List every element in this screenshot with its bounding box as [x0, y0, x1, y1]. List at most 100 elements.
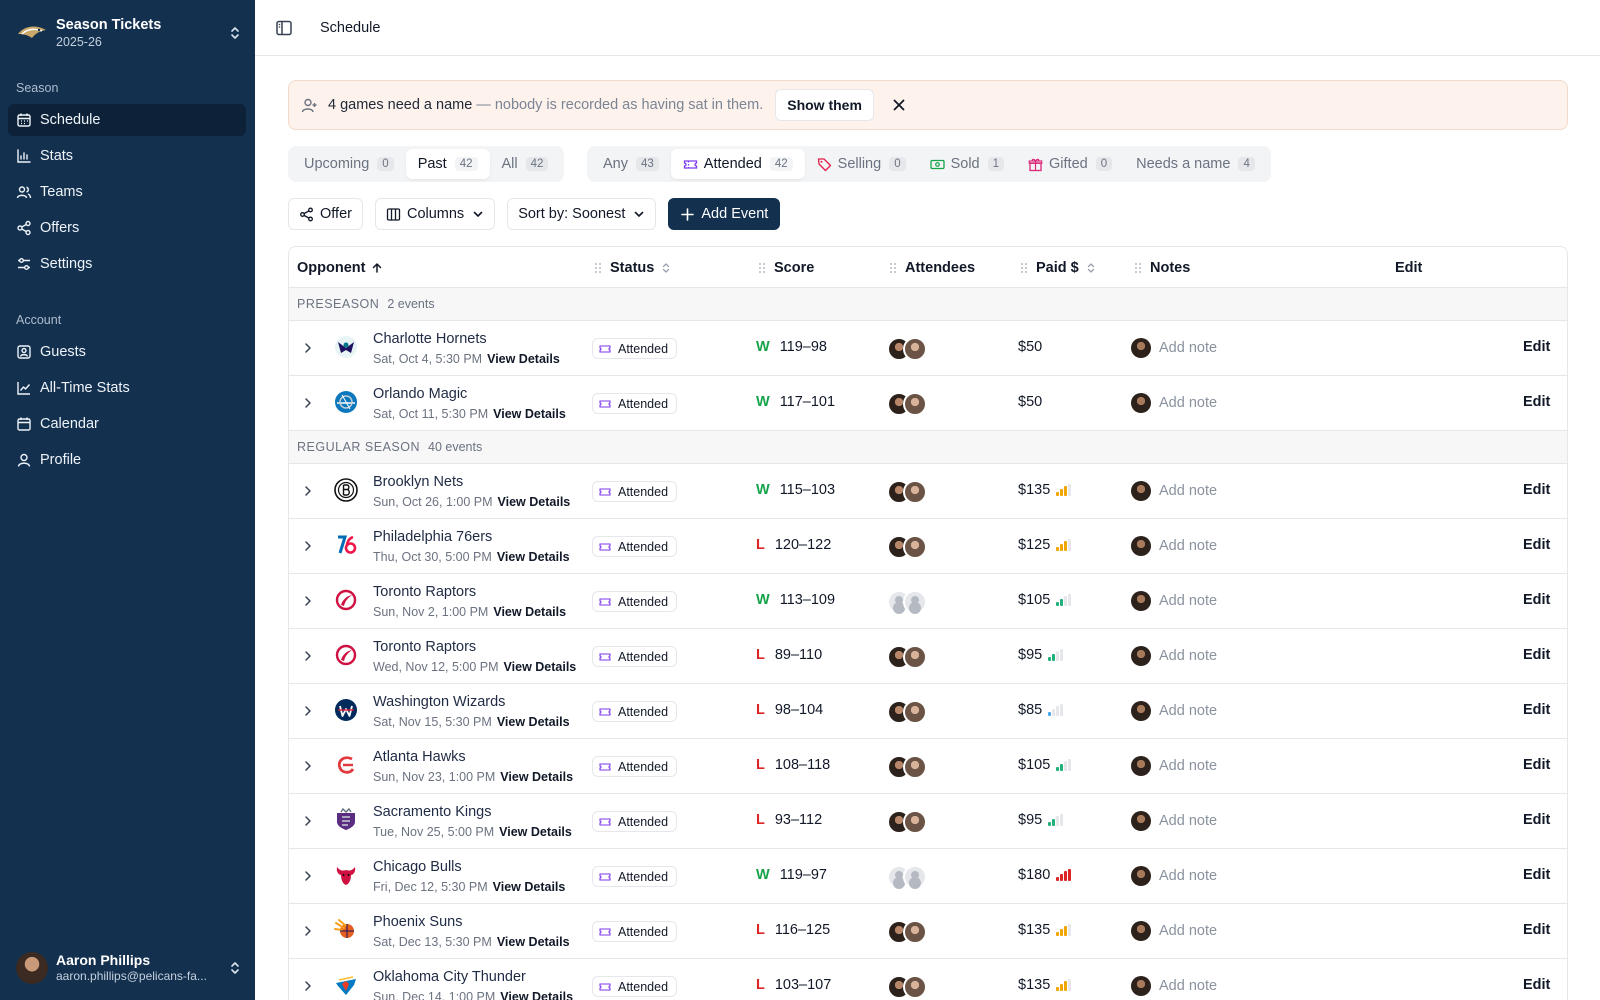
edit-button[interactable]: Edit: [1523, 867, 1550, 883]
table-row[interactable]: Chicago Bulls Fri, Dec 12, 5:30 PM View De…: [289, 849, 1567, 904]
team-switcher[interactable]: Season Tickets 2025-26: [16, 16, 242, 50]
view-details-link[interactable]: View Details: [504, 660, 577, 674]
chevron-right-icon[interactable]: [301, 759, 315, 773]
edit-button[interactable]: Edit: [1523, 482, 1550, 498]
column-header-opponent[interactable]: Opponent: [297, 247, 383, 288]
tab-needs-a-name[interactable]: Needs a name 4: [1124, 149, 1267, 179]
view-details-link[interactable]: View Details: [499, 825, 572, 839]
chevron-right-icon[interactable]: [301, 869, 315, 883]
chevron-right-icon[interactable]: [301, 484, 315, 498]
table-row[interactable]: Toronto Raptors Wed, Nov 12, 5:00 PM View …: [289, 629, 1567, 684]
sidebar-item-teams[interactable]: Teams: [8, 176, 246, 208]
attendees-cell[interactable]: [887, 755, 931, 779]
add-note-field[interactable]: Add note: [1131, 646, 1217, 666]
view-details-link[interactable]: View Details: [493, 605, 566, 619]
tab-upcoming[interactable]: Upcoming 0: [292, 149, 406, 179]
edit-button[interactable]: Edit: [1523, 394, 1550, 410]
sidebar-item-stats[interactable]: Stats: [8, 140, 246, 172]
attendees-cell[interactable]: [887, 392, 931, 416]
attendees-cell[interactable]: [887, 810, 931, 834]
attendees-cell[interactable]: [887, 645, 931, 669]
view-details-link[interactable]: View Details: [497, 935, 570, 949]
add-note-field[interactable]: Add note: [1131, 756, 1217, 776]
sort-dropdown[interactable]: Sort by: Soonest: [507, 198, 657, 230]
show-them-button[interactable]: Show them: [775, 89, 874, 121]
chevron-right-icon[interactable]: [301, 341, 315, 355]
add-note-field[interactable]: Add note: [1131, 338, 1217, 358]
sidebar-item-schedule[interactable]: Schedule: [8, 104, 246, 136]
view-details-link[interactable]: View Details: [487, 352, 560, 366]
tab-attended[interactable]: Attended 42: [670, 149, 805, 179]
attendees-cell[interactable]: [887, 590, 931, 614]
sidebar-item-offers[interactable]: Offers: [8, 212, 246, 244]
attendees-cell[interactable]: [887, 920, 931, 944]
table-row[interactable]: Philadelphia 76ers Thu, Oct 30, 5:00 PM Vi…: [289, 519, 1567, 574]
tab-any[interactable]: Any 43: [591, 149, 671, 179]
drag-handle-icon[interactable]: [594, 261, 602, 275]
view-details-link[interactable]: View Details: [498, 495, 571, 509]
add-note-field[interactable]: Add note: [1131, 811, 1217, 831]
drag-handle-icon[interactable]: [1134, 261, 1142, 275]
chevron-right-icon[interactable]: [301, 594, 315, 608]
table-row[interactable]: Sacramento Kings Tue, Nov 25, 5:00 PM View…: [289, 794, 1567, 849]
chevron-right-icon[interactable]: [301, 979, 315, 993]
tab-sold[interactable]: Sold 1: [918, 149, 1016, 179]
view-details-link[interactable]: View Details: [497, 550, 570, 564]
tab-past[interactable]: Past 42: [405, 149, 490, 179]
edit-button[interactable]: Edit: [1523, 977, 1550, 993]
edit-button[interactable]: Edit: [1523, 922, 1550, 938]
add-event-button[interactable]: Add Event: [668, 198, 781, 230]
attendees-cell[interactable]: [887, 700, 931, 724]
edit-button[interactable]: Edit: [1523, 339, 1550, 355]
column-header-paid[interactable]: Paid $: [1020, 247, 1097, 288]
view-details-link[interactable]: View Details: [497, 715, 570, 729]
add-note-field[interactable]: Add note: [1131, 591, 1217, 611]
edit-button[interactable]: Edit: [1523, 702, 1550, 718]
edit-button[interactable]: Edit: [1523, 537, 1550, 553]
attendees-cell[interactable]: [887, 480, 931, 504]
edit-button[interactable]: Edit: [1523, 757, 1550, 773]
add-note-field[interactable]: Add note: [1131, 976, 1217, 996]
view-details-link[interactable]: View Details: [500, 990, 573, 1000]
column-header-score[interactable]: Score: [758, 247, 814, 288]
table-row[interactable]: Brooklyn Nets Sun, Oct 26, 1:00 PM View De…: [289, 464, 1567, 519]
sidebar-item-guests[interactable]: Guests: [8, 336, 246, 368]
attendees-cell[interactable]: [887, 337, 931, 361]
drag-handle-icon[interactable]: [758, 261, 766, 275]
drag-handle-icon[interactable]: [1020, 261, 1028, 275]
column-header-status[interactable]: Status: [594, 247, 672, 288]
sidebar-toggle-icon[interactable]: [275, 19, 293, 37]
attendees-cell[interactable]: [887, 535, 931, 559]
chevron-right-icon[interactable]: [301, 924, 315, 938]
tab-selling[interactable]: Selling 0: [805, 149, 918, 179]
tab-all[interactable]: All 42: [490, 149, 561, 179]
sidebar-item-settings[interactable]: Settings: [8, 248, 246, 280]
view-details-link[interactable]: View Details: [493, 407, 566, 421]
sidebar-item-calendar[interactable]: Calendar: [8, 408, 246, 440]
add-note-field[interactable]: Add note: [1131, 921, 1217, 941]
add-note-field[interactable]: Add note: [1131, 481, 1217, 501]
table-row[interactable]: Atlanta Hawks Sun, Nov 23, 1:00 PM View De…: [289, 739, 1567, 794]
attendees-cell[interactable]: [887, 975, 931, 999]
offer-button[interactable]: Offer: [288, 198, 363, 230]
edit-button[interactable]: Edit: [1523, 592, 1550, 608]
table-row[interactable]: Washington Wizards Sat, Nov 15, 5:30 PM Vi…: [289, 684, 1567, 739]
table-row[interactable]: Phoenix Suns Sat, Dec 13, 5:30 PM View Det…: [289, 904, 1567, 959]
column-header-attendees[interactable]: Attendees: [889, 247, 975, 288]
column-header-notes[interactable]: Notes: [1134, 247, 1190, 288]
edit-button[interactable]: Edit: [1523, 812, 1550, 828]
table-row[interactable]: Orlando Magic Sat, Oct 11, 5:30 PM View De…: [289, 376, 1567, 431]
close-icon[interactable]: [892, 98, 906, 112]
drag-handle-icon[interactable]: [889, 261, 897, 275]
add-note-field[interactable]: Add note: [1131, 393, 1217, 413]
chevron-right-icon[interactable]: [301, 396, 315, 410]
table-row[interactable]: Charlotte Hornets Sat, Oct 4, 5:30 PM View…: [289, 321, 1567, 376]
chevron-right-icon[interactable]: [301, 814, 315, 828]
edit-button[interactable]: Edit: [1523, 647, 1550, 663]
chevron-right-icon[interactable]: [301, 649, 315, 663]
sidebar-item-profile[interactable]: Profile: [8, 444, 246, 476]
chevron-right-icon[interactable]: [301, 539, 315, 553]
add-note-field[interactable]: Add note: [1131, 866, 1217, 886]
user-menu[interactable]: Aaron Phillips aaron.phillips@pelicans-f…: [16, 951, 242, 985]
sidebar-item-all-time-stats[interactable]: All-Time Stats: [8, 372, 246, 404]
